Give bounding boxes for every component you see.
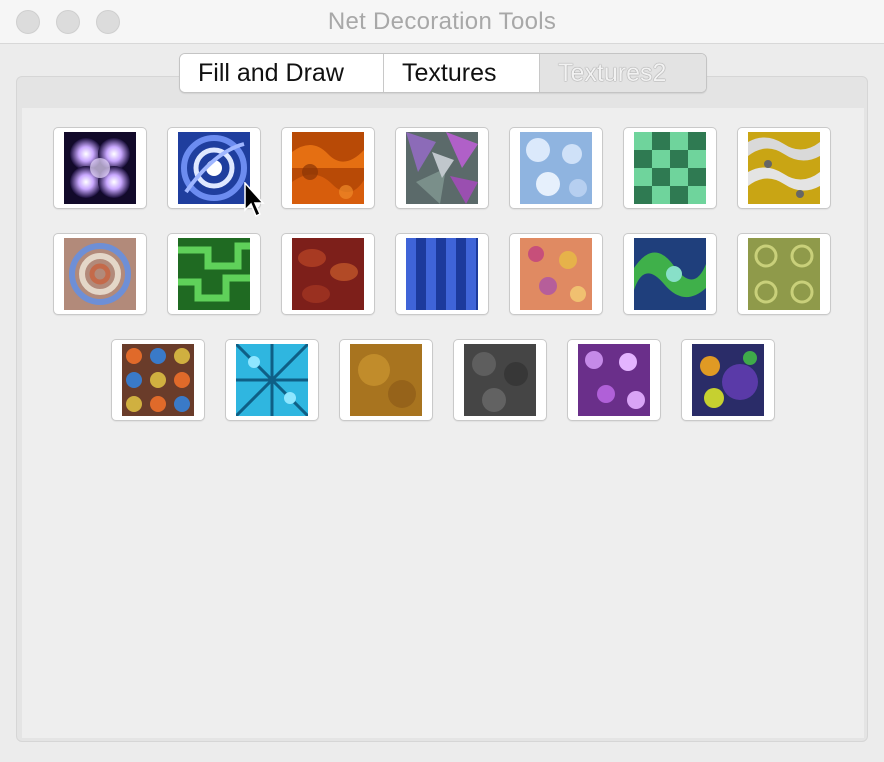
olive-pattern-texture (748, 238, 820, 310)
green-maze-texture (178, 238, 250, 310)
texture-tile-red-leaf[interactable] (281, 233, 375, 315)
texture-tile-rainbow-swirl[interactable] (53, 233, 147, 315)
blue-wave-texture (406, 238, 478, 310)
texture-tile-purple-crystal[interactable] (395, 127, 489, 209)
texture-tile-orange-floral[interactable] (509, 233, 603, 315)
texture-tile-blue-wave[interactable] (395, 233, 489, 315)
title-bar: Net Decoration Tools (0, 0, 884, 44)
app-window: Net Decoration Tools Fill and Draw Textu… (0, 0, 884, 762)
gray-stone-texture (464, 344, 536, 416)
orange-floral-texture (520, 238, 592, 310)
texture-tile-multicolor-quilt[interactable] (111, 339, 205, 421)
window-title: Net Decoration Tools (327, 8, 557, 35)
texture-tile-ice-blue[interactable] (509, 127, 603, 209)
texture-tile-golden-stucco[interactable] (339, 339, 433, 421)
purple-glow-texture (64, 132, 136, 204)
texture-tile-cyan-star[interactable] (225, 339, 319, 421)
texture-tile-green-checker[interactable] (623, 127, 717, 209)
texture-tile-orange-flame[interactable] (281, 127, 375, 209)
texture-tile-green-marble[interactable] (623, 233, 717, 315)
purple-crystal-texture (406, 132, 478, 204)
texture-tile-purple-gem[interactable] (567, 339, 661, 421)
tab-textures2[interactable]: Textures2 (540, 54, 706, 92)
texture-tile-green-maze[interactable] (167, 233, 261, 315)
texture-tile-fruit-collage[interactable] (681, 339, 775, 421)
ice-blue-texture (520, 132, 592, 204)
orange-flame-texture (292, 132, 364, 204)
multicolor-quilt-texture (122, 344, 194, 416)
tab-fill-and-draw[interactable]: Fill and Draw (180, 54, 384, 92)
purple-gem-texture (578, 344, 650, 416)
cyan-star-texture (236, 344, 308, 416)
green-marble-texture (634, 238, 706, 310)
texture-tile-purple-glow[interactable] (53, 127, 147, 209)
tab-textures[interactable]: Textures (384, 54, 540, 92)
rainbow-swirl-texture (64, 238, 136, 310)
green-checker-texture (634, 132, 706, 204)
tab-bar: Fill and Draw Textures Textures2 (179, 53, 707, 93)
fruit-collage-texture (692, 344, 764, 416)
red-leaf-texture (292, 238, 364, 310)
gold-silver-texture (748, 132, 820, 204)
golden-stucco-texture (350, 344, 422, 416)
texture-tile-gray-stone[interactable] (453, 339, 547, 421)
blue-swirl-texture (178, 132, 250, 204)
texture-row-1 (53, 127, 831, 209)
texture-tile-olive-pattern[interactable] (737, 233, 831, 315)
mouse-pointer-icon (244, 182, 265, 218)
texture-tile-gold-silver[interactable] (737, 127, 831, 209)
texture-row-2 (53, 233, 831, 315)
texture-row-3 (111, 339, 775, 421)
